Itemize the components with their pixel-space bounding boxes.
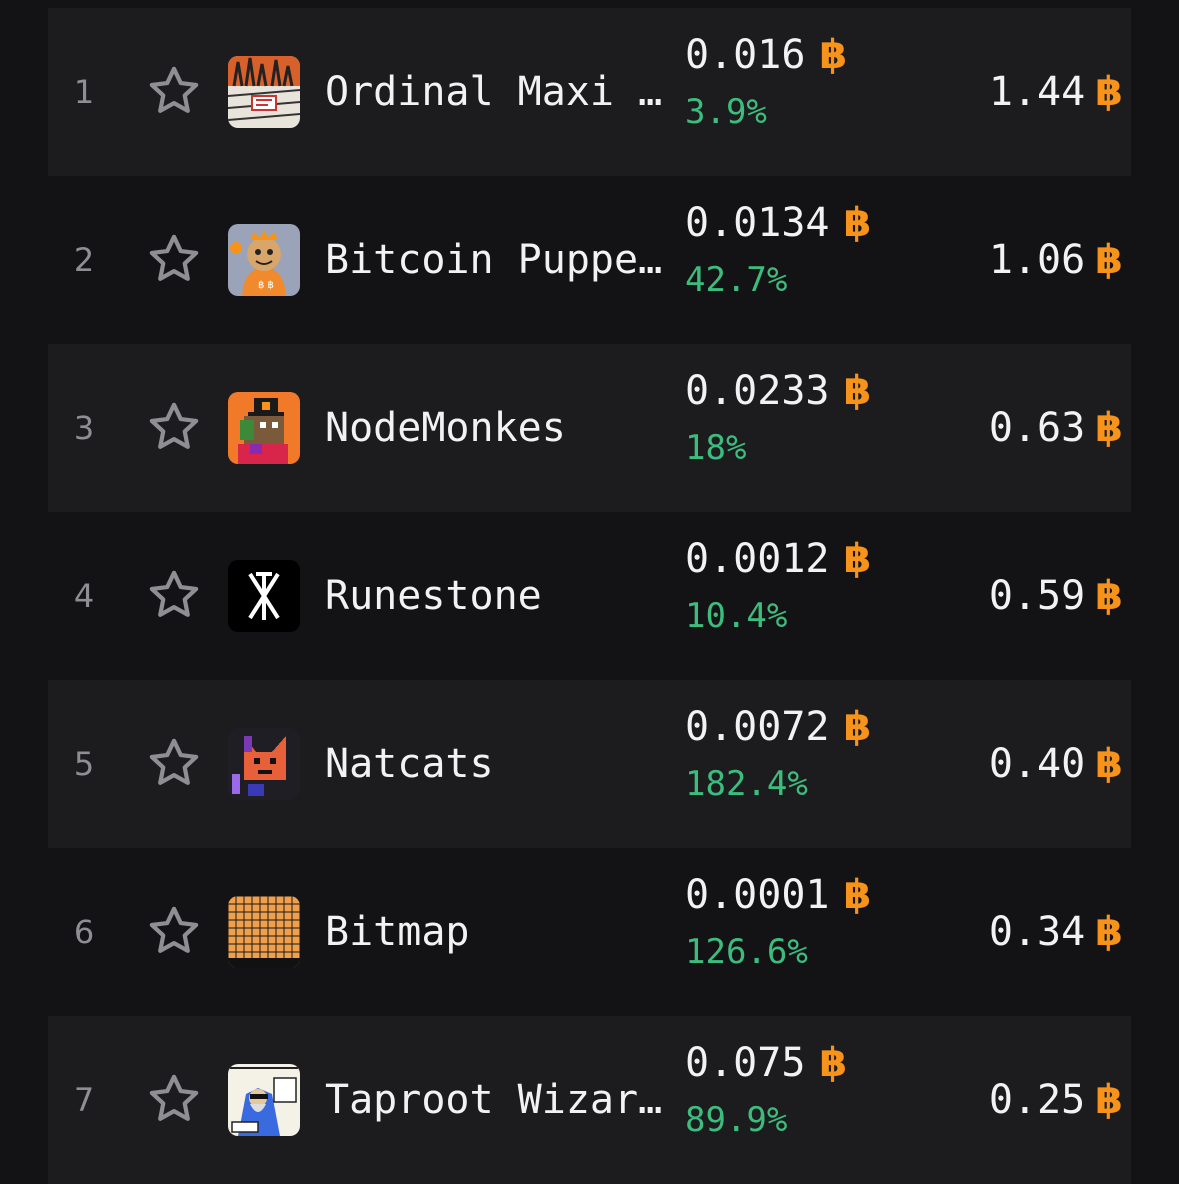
rank-number: 2 <box>73 241 95 279</box>
bitcoin-icon: ฿ <box>1095 237 1123 283</box>
bitcoin-icon: ฿ <box>843 200 872 246</box>
floor-price-value: 0.0072 <box>685 704 830 750</box>
collection-row[interactable]: 4 Runestone 0.0012 ฿ 10.4% 0.59 ฿ <box>48 512 1131 680</box>
floor-price-value: 0.0001 <box>685 872 830 918</box>
collection-row[interactable]: 2 ฿ ฿ Bitcoin Puppe… 0.0134 ฿ 42.7% 1.06 ฿ <box>48 176 1131 344</box>
collection-row[interactable]: 5 Natcats 0.0072 ฿ 182.4% 0.40 ฿ <box>48 680 1131 848</box>
volume: 0.34 ฿ <box>989 909 1123 955</box>
bitcoin-icon: ฿ <box>1095 405 1123 451</box>
collection-row[interactable]: 3 NodeMonkes 0.0233 ฿ 18% 0.63 ฿ <box>48 344 1131 512</box>
floor-price: 0.0233 ฿ <box>685 368 871 414</box>
bitcoin-icon: ฿ <box>1095 909 1123 955</box>
volume: 1.06 ฿ <box>989 237 1123 283</box>
volume-value: 0.40 <box>988 741 1086 787</box>
volume-value: 1.44 <box>988 69 1086 115</box>
bitcoin-icon: ฿ <box>843 536 872 582</box>
ordinal-maxi-thumbnail <box>228 56 300 128</box>
bitcoin-icon: ฿ <box>843 368 872 414</box>
bitcoin-icon: ฿ <box>1095 573 1123 619</box>
rank-number: 7 <box>73 1081 95 1119</box>
floor-price-value: 0.0233 <box>685 368 830 414</box>
bitcoin-icon: ฿ <box>819 32 848 78</box>
collection-name[interactable]: Runestone <box>325 573 677 619</box>
floor-price: 0.0072 ฿ <box>685 704 871 750</box>
floor-price-value: 0.0134 <box>685 200 830 246</box>
rank-number: 6 <box>73 913 95 951</box>
collection-row[interactable]: 7 Taproot Wizar… 0.075 ฿ 89.9% 0.25 ฿ <box>48 1016 1131 1184</box>
rank-number: 5 <box>73 745 95 783</box>
star-favorite-icon[interactable] <box>146 63 202 119</box>
nodemonkes-thumbnail <box>228 392 300 464</box>
collection-name[interactable]: Bitmap <box>325 909 677 955</box>
collection-name[interactable]: Taproot Wizar… <box>325 1077 677 1123</box>
floor-price: 0.0001 ฿ <box>685 872 871 918</box>
collection-name[interactable]: Bitcoin Puppe… <box>325 237 677 283</box>
bitmap-thumbnail <box>228 896 300 968</box>
bitcoin-icon: ฿ <box>843 704 872 750</box>
volume-value: 1.06 <box>988 237 1086 283</box>
rank-number: 4 <box>73 577 95 615</box>
bitcoin-icon: ฿ <box>1095 69 1123 115</box>
star-favorite-icon[interactable] <box>146 1071 202 1127</box>
floor-price: 0.0134 ฿ <box>685 200 871 246</box>
floor-price-value: 0.0012 <box>685 536 830 582</box>
price-change: 18% <box>685 428 747 468</box>
star-favorite-icon[interactable] <box>146 903 202 959</box>
runestone-thumbnail <box>228 560 300 632</box>
star-favorite-icon[interactable] <box>146 399 202 455</box>
volume: 1.44 ฿ <box>989 69 1123 115</box>
svg-text:฿ ฿: ฿ ฿ <box>258 280 274 291</box>
bitcoin-icon: ฿ <box>1095 1077 1123 1123</box>
price-change: 42.7% <box>685 260 788 300</box>
bitcoin-icon: ฿ <box>843 872 872 918</box>
price-change: 182.4% <box>685 764 808 804</box>
floor-price: 0.075 ฿ <box>685 1040 847 1086</box>
floor-price: 0.0012 ฿ <box>685 536 871 582</box>
rank-number: 3 <box>73 409 95 447</box>
volume-value: 0.63 <box>988 405 1086 451</box>
volume: 0.25 ฿ <box>989 1077 1123 1123</box>
rank-number: 1 <box>73 73 95 111</box>
collection-row[interactable]: 1 Ordinal Maxi … 0.016 ฿ 3.9% 1.44 ฿ <box>48 8 1131 176</box>
star-favorite-icon[interactable] <box>146 735 202 791</box>
collection-name[interactable]: Natcats <box>325 741 677 787</box>
volume-value: 0.34 <box>988 909 1086 955</box>
bitcoin-icon: ฿ <box>819 1040 848 1086</box>
collection-list: 1 Ordinal Maxi … 0.016 ฿ 3.9% 1.44 ฿ 2 ฿… <box>0 0 1179 1184</box>
volume: 0.59 ฿ <box>989 573 1123 619</box>
collection-row[interactable]: 6 Bitmap 0.0001 ฿ 126.6% 0.34 ฿ <box>48 848 1131 1016</box>
bitcoin-puppets-thumbnail: ฿ ฿ <box>228 224 300 296</box>
collection-name[interactable]: Ordinal Maxi … <box>325 69 677 115</box>
bitcoin-icon: ฿ <box>1095 741 1123 787</box>
price-change: 126.6% <box>685 932 808 972</box>
star-favorite-icon[interactable] <box>146 567 202 623</box>
collection-name[interactable]: NodeMonkes <box>325 405 677 451</box>
taproot-wizards-thumbnail <box>228 1064 300 1136</box>
floor-price-value: 0.075 <box>685 1040 806 1086</box>
price-change: 3.9% <box>685 92 767 132</box>
price-change: 89.9% <box>685 1100 788 1140</box>
volume-value: 0.25 <box>988 1077 1086 1123</box>
floor-price-value: 0.016 <box>685 32 806 78</box>
volume-value: 0.59 <box>988 573 1086 619</box>
volume: 0.40 ฿ <box>989 741 1123 787</box>
star-favorite-icon[interactable] <box>146 231 202 287</box>
price-change: 10.4% <box>685 596 788 636</box>
natcats-thumbnail <box>228 728 300 800</box>
volume: 0.63 ฿ <box>989 405 1123 451</box>
floor-price: 0.016 ฿ <box>685 32 847 78</box>
